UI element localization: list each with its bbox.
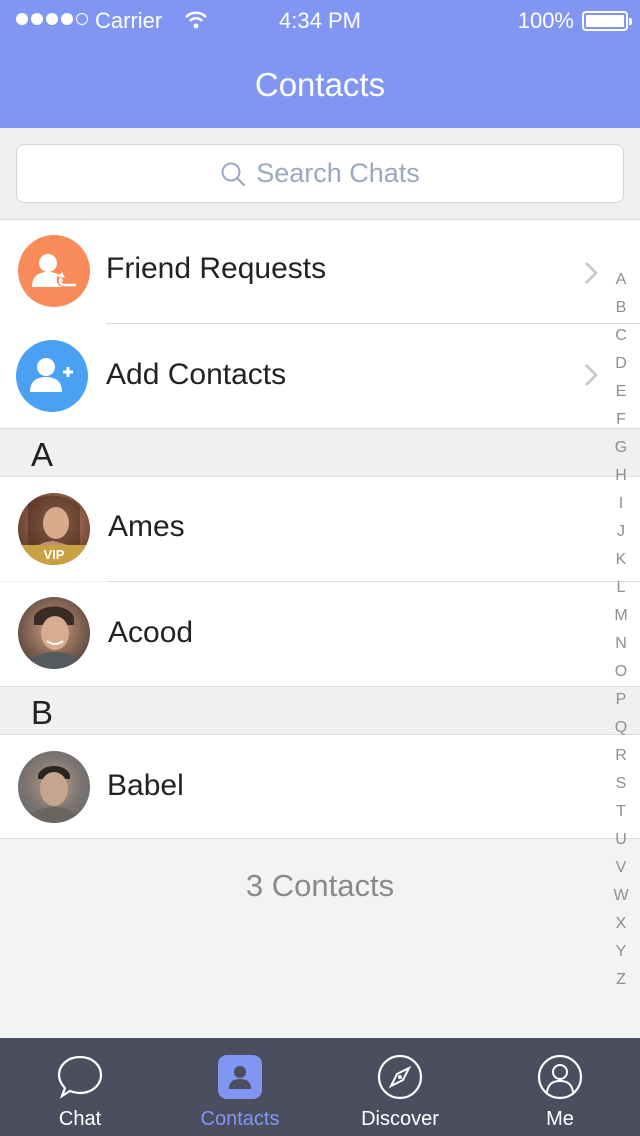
friend-requests-row[interactable]: Friend Requests	[0, 220, 640, 324]
section-letter: A	[31, 436, 54, 473]
search-bar-container: Search Chats	[0, 128, 640, 220]
nav-header: Carrier 4:34 PM 100% Contacts	[0, 0, 640, 128]
section-header-a: A	[0, 428, 640, 477]
tab-label: Discover	[361, 1108, 439, 1130]
tab-discover[interactable]: Discover	[320, 1038, 480, 1136]
contact-row-ames[interactable]: VIP Ames	[0, 477, 640, 581]
tab-bar: Chat Contacts Discover Me	[0, 1038, 640, 1136]
index-letter[interactable]: E	[608, 378, 634, 406]
avatar	[18, 597, 90, 669]
avatar	[18, 751, 90, 823]
contact-name: Acood	[108, 616, 194, 649]
vip-badge: VIP	[18, 545, 90, 565]
index-letter[interactable]: G	[608, 434, 634, 462]
section-header-b: B	[0, 686, 640, 735]
alphabet-index[interactable]: ABCDEFGHIJKLMNOPQRSTUVWXYZ	[608, 266, 634, 994]
contact-row-acood[interactable]: Acood	[0, 582, 640, 686]
index-letter[interactable]: K	[608, 546, 634, 574]
contacts-icon	[218, 1055, 262, 1099]
tab-me[interactable]: Me	[480, 1038, 640, 1136]
search-placeholder: Search Chats	[256, 158, 420, 188]
person-icon	[537, 1054, 583, 1100]
index-letter[interactable]: R	[608, 742, 634, 770]
tab-chat[interactable]: Chat	[0, 1038, 160, 1136]
search-icon	[221, 162, 246, 186]
contact-count: 3 Contacts	[245, 868, 395, 903]
tab-contacts[interactable]: Contacts	[160, 1038, 320, 1136]
chat-bubble-icon	[57, 1055, 103, 1099]
index-letter[interactable]: O	[608, 658, 634, 686]
avatar: VIP	[18, 493, 90, 565]
contact-name: Babel	[107, 769, 184, 802]
index-letter[interactable]: H	[608, 462, 634, 490]
index-letter[interactable]: P	[608, 686, 634, 714]
index-letter[interactable]: C	[608, 322, 634, 350]
index-letter[interactable]: X	[608, 910, 634, 938]
index-letter[interactable]: Z	[608, 966, 634, 994]
chevron-right-icon	[585, 262, 598, 284]
index-letter[interactable]: M	[608, 602, 634, 630]
index-letter[interactable]: L	[608, 574, 634, 602]
search-input[interactable]: Search Chats	[16, 144, 624, 203]
chevron-right-icon	[585, 364, 598, 386]
index-letter[interactable]: F	[608, 406, 634, 434]
index-letter[interactable]: W	[608, 882, 634, 910]
index-letter[interactable]: N	[608, 630, 634, 658]
index-letter[interactable]: T	[608, 798, 634, 826]
index-letter[interactable]: Q	[608, 714, 634, 742]
index-letter[interactable]: A	[608, 266, 634, 294]
tab-label: Me	[546, 1108, 574, 1130]
index-letter[interactable]: U	[608, 826, 634, 854]
friend-requests-label: Friend Requests	[106, 252, 327, 285]
add-contact-icon	[16, 340, 88, 412]
index-letter[interactable]: I	[608, 490, 634, 518]
index-letter[interactable]: J	[608, 518, 634, 546]
index-letter[interactable]: D	[608, 350, 634, 378]
contact-name: Ames	[108, 510, 185, 543]
friend-request-icon	[18, 235, 90, 307]
add-contacts-row[interactable]: Add Contacts	[0, 324, 640, 428]
contact-row-babel[interactable]: Babel	[0, 735, 640, 839]
index-letter[interactable]: V	[608, 854, 634, 882]
tab-label: Chat	[58, 1108, 102, 1130]
index-letter[interactable]: B	[608, 294, 634, 322]
battery-percentage: 100%	[517, 8, 574, 33]
add-contacts-label: Add Contacts	[106, 358, 287, 391]
index-letter[interactable]: Y	[608, 938, 634, 966]
compass-icon	[377, 1054, 423, 1100]
section-letter: B	[31, 694, 54, 731]
battery-icon	[582, 11, 632, 31]
page-title: Contacts	[254, 66, 386, 103]
status-bar: Carrier 4:34 PM 100%	[0, 0, 640, 40]
tab-label: Contacts	[200, 1108, 280, 1130]
index-letter[interactable]: S	[608, 770, 634, 798]
